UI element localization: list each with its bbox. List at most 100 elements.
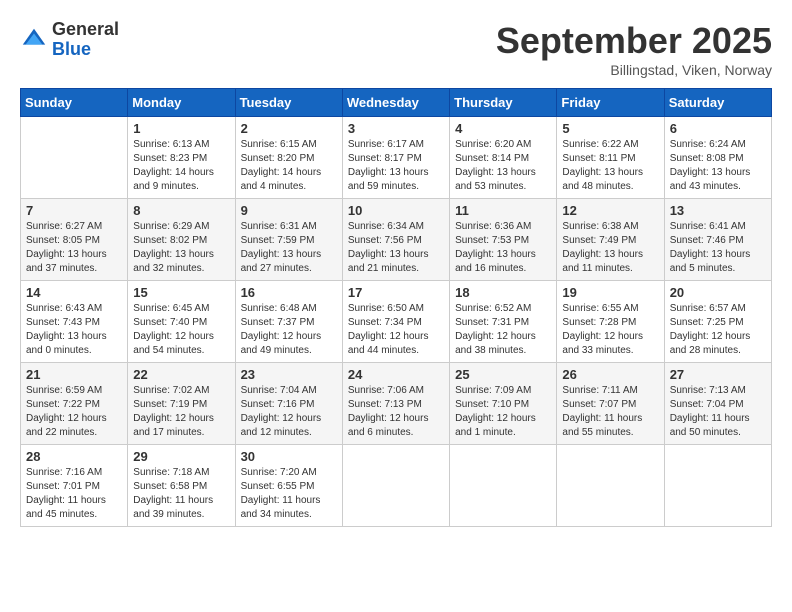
calendar-cell: 25 Sunrise: 7:09 AM Sunset: 7:10 PM Dayli… (450, 363, 557, 445)
day-number: 20 (670, 285, 766, 300)
logo-icon (20, 26, 48, 54)
day-number: 26 (562, 367, 658, 382)
calendar-cell: 20 Sunrise: 6:57 AM Sunset: 7:25 PM Dayli… (664, 281, 771, 363)
calendar-cell: 22Sunrise: 7:02 AM Sunset: 7:19 PM Dayli… (128, 363, 235, 445)
calendar-cell (450, 445, 557, 527)
header-thursday: Thursday (450, 89, 557, 117)
day-detail: Sunrise: 7:11 AM Sunset: 7:07 PM Dayligh… (562, 384, 658, 440)
day-detail: Sunrise: 6:57 AM Sunset: 7:25 PM Dayligh… (670, 302, 766, 358)
day-number: 7 (26, 203, 122, 218)
calendar-cell: 12 Sunrise: 6:38 AM Sunset: 7:49 PM Dayli… (557, 199, 664, 281)
calendar-cell: 1 Sunrise: 6:13 AM Sunset: 8:23 PM Daylig… (128, 117, 235, 199)
day-detail: Sunrise: 6:36 AM Sunset: 7:53 PM Dayligh… (455, 220, 551, 276)
day-number: 12 (562, 203, 658, 218)
calendar-cell (342, 445, 449, 527)
day-detail: Sunrise: 6:24 AM Sunset: 8:08 PM Dayligh… (670, 138, 766, 194)
header-row: SundayMondayTuesdayWednesdayThursdayFrid… (21, 89, 772, 117)
day-number: 10 (348, 203, 444, 218)
calendar-cell: 24Sunrise: 7:06 AM Sunset: 7:13 PM Dayli… (342, 363, 449, 445)
day-number: 1 (133, 121, 229, 136)
logo: General Blue (20, 20, 119, 60)
day-number: 18 (455, 285, 551, 300)
calendar-cell: 3 Sunrise: 6:17 AM Sunset: 8:17 PM Daylig… (342, 117, 449, 199)
calendar-cell: 4 Sunrise: 6:20 AM Sunset: 8:14 PM Daylig… (450, 117, 557, 199)
title-block: September 2025 Billingstad, Viken, Norwa… (496, 20, 772, 78)
day-detail: Sunrise: 7:16 AM Sunset: 7:01 PM Dayligh… (26, 466, 122, 522)
calendar-cell: 8Sunrise: 6:29 AM Sunset: 8:02 PM Daylig… (128, 199, 235, 281)
calendar-cell: 17 Sunrise: 6:50 AM Sunset: 7:34 PM Dayli… (342, 281, 449, 363)
logo-blue-text: Blue (52, 39, 91, 59)
day-number: 4 (455, 121, 551, 136)
day-detail: Sunrise: 7:09 AM Sunset: 7:10 PM Dayligh… (455, 384, 551, 440)
day-detail: Sunrise: 7:20 AM Sunset: 6:55 PM Dayligh… (241, 466, 337, 522)
day-number: 8 (133, 203, 229, 218)
day-number: 16 (241, 285, 337, 300)
day-detail: Sunrise: 7:04 AM Sunset: 7:16 PM Dayligh… (241, 384, 337, 440)
day-detail: Sunrise: 6:17 AM Sunset: 8:17 PM Dayligh… (348, 138, 444, 194)
week-row-3: 14 Sunrise: 6:43 AM Sunset: 7:43 PM Dayli… (21, 281, 772, 363)
calendar-cell (557, 445, 664, 527)
day-number: 14 (26, 285, 122, 300)
calendar-cell: 26 Sunrise: 7:11 AM Sunset: 7:07 PM Dayli… (557, 363, 664, 445)
day-number: 2 (241, 121, 337, 136)
day-number: 17 (348, 285, 444, 300)
week-row-5: 28 Sunrise: 7:16 AM Sunset: 7:01 PM Dayli… (21, 445, 772, 527)
calendar-cell: 30 Sunrise: 7:20 AM Sunset: 6:55 PM Dayli… (235, 445, 342, 527)
day-detail: Sunrise: 6:43 AM Sunset: 7:43 PM Dayligh… (26, 302, 122, 358)
calendar-cell: 6 Sunrise: 6:24 AM Sunset: 8:08 PM Daylig… (664, 117, 771, 199)
day-detail: Sunrise: 6:27 AM Sunset: 8:05 PM Dayligh… (26, 220, 122, 276)
day-detail: Sunrise: 6:15 AM Sunset: 8:20 PM Dayligh… (241, 138, 337, 194)
day-detail: Sunrise: 6:34 AM Sunset: 7:56 PM Dayligh… (348, 220, 444, 276)
day-number: 3 (348, 121, 444, 136)
calendar-cell: 28 Sunrise: 7:16 AM Sunset: 7:01 PM Dayli… (21, 445, 128, 527)
day-number: 6 (670, 121, 766, 136)
day-number: 5 (562, 121, 658, 136)
week-row-1: 1 Sunrise: 6:13 AM Sunset: 8:23 PM Daylig… (21, 117, 772, 199)
header-tuesday: Tuesday (235, 89, 342, 117)
day-detail: Sunrise: 6:52 AM Sunset: 7:31 PM Dayligh… (455, 302, 551, 358)
day-number: 27 (670, 367, 766, 382)
day-number: 24 (348, 367, 444, 382)
day-number: 15 (133, 285, 229, 300)
calendar-cell: 15 Sunrise: 6:45 AM Sunset: 7:40 PM Dayli… (128, 281, 235, 363)
logo-general-text: General (52, 19, 119, 39)
calendar-cell: 19 Sunrise: 6:55 AM Sunset: 7:28 PM Dayli… (557, 281, 664, 363)
day-detail: Sunrise: 6:38 AM Sunset: 7:49 PM Dayligh… (562, 220, 658, 276)
calendar-cell: 14 Sunrise: 6:43 AM Sunset: 7:43 PM Dayli… (21, 281, 128, 363)
calendar-cell: 27Sunrise: 7:13 AM Sunset: 7:04 PM Dayli… (664, 363, 771, 445)
day-number: 29 (133, 449, 229, 464)
day-number: 28 (26, 449, 122, 464)
calendar-cell: 21Sunrise: 6:59 AM Sunset: 7:22 PM Dayli… (21, 363, 128, 445)
calendar-cell: 9Sunrise: 6:31 AM Sunset: 7:59 PM Daylig… (235, 199, 342, 281)
day-detail: Sunrise: 6:20 AM Sunset: 8:14 PM Dayligh… (455, 138, 551, 194)
calendar-cell (664, 445, 771, 527)
calendar-cell: 7 Sunrise: 6:27 AM Sunset: 8:05 PM Daylig… (21, 199, 128, 281)
calendar-cell (21, 117, 128, 199)
day-detail: Sunrise: 6:45 AM Sunset: 7:40 PM Dayligh… (133, 302, 229, 358)
day-detail: Sunrise: 6:55 AM Sunset: 7:28 PM Dayligh… (562, 302, 658, 358)
calendar-cell: 16 Sunrise: 6:48 AM Sunset: 7:37 PM Dayli… (235, 281, 342, 363)
header-sunday: Sunday (21, 89, 128, 117)
calendar-table: SundayMondayTuesdayWednesdayThursdayFrid… (20, 88, 772, 527)
day-number: 11 (455, 203, 551, 218)
calendar-cell: 13 Sunrise: 6:41 AM Sunset: 7:46 PM Dayli… (664, 199, 771, 281)
day-number: 23 (241, 367, 337, 382)
location: Billingstad, Viken, Norway (496, 62, 772, 78)
header-monday: Monday (128, 89, 235, 117)
day-number: 22 (133, 367, 229, 382)
day-detail: Sunrise: 6:41 AM Sunset: 7:46 PM Dayligh… (670, 220, 766, 276)
day-detail: Sunrise: 6:48 AM Sunset: 7:37 PM Dayligh… (241, 302, 337, 358)
calendar-cell: 23 Sunrise: 7:04 AM Sunset: 7:16 PM Dayli… (235, 363, 342, 445)
day-number: 25 (455, 367, 551, 382)
week-row-4: 21Sunrise: 6:59 AM Sunset: 7:22 PM Dayli… (21, 363, 772, 445)
calendar-cell: 5Sunrise: 6:22 AM Sunset: 8:11 PM Daylig… (557, 117, 664, 199)
day-number: 13 (670, 203, 766, 218)
day-number: 19 (562, 285, 658, 300)
calendar-cell: 29Sunrise: 7:18 AM Sunset: 6:58 PM Dayli… (128, 445, 235, 527)
day-detail: Sunrise: 6:13 AM Sunset: 8:23 PM Dayligh… (133, 138, 229, 194)
day-number: 30 (241, 449, 337, 464)
header-wednesday: Wednesday (342, 89, 449, 117)
header-friday: Friday (557, 89, 664, 117)
day-detail: Sunrise: 6:50 AM Sunset: 7:34 PM Dayligh… (348, 302, 444, 358)
day-detail: Sunrise: 6:59 AM Sunset: 7:22 PM Dayligh… (26, 384, 122, 440)
